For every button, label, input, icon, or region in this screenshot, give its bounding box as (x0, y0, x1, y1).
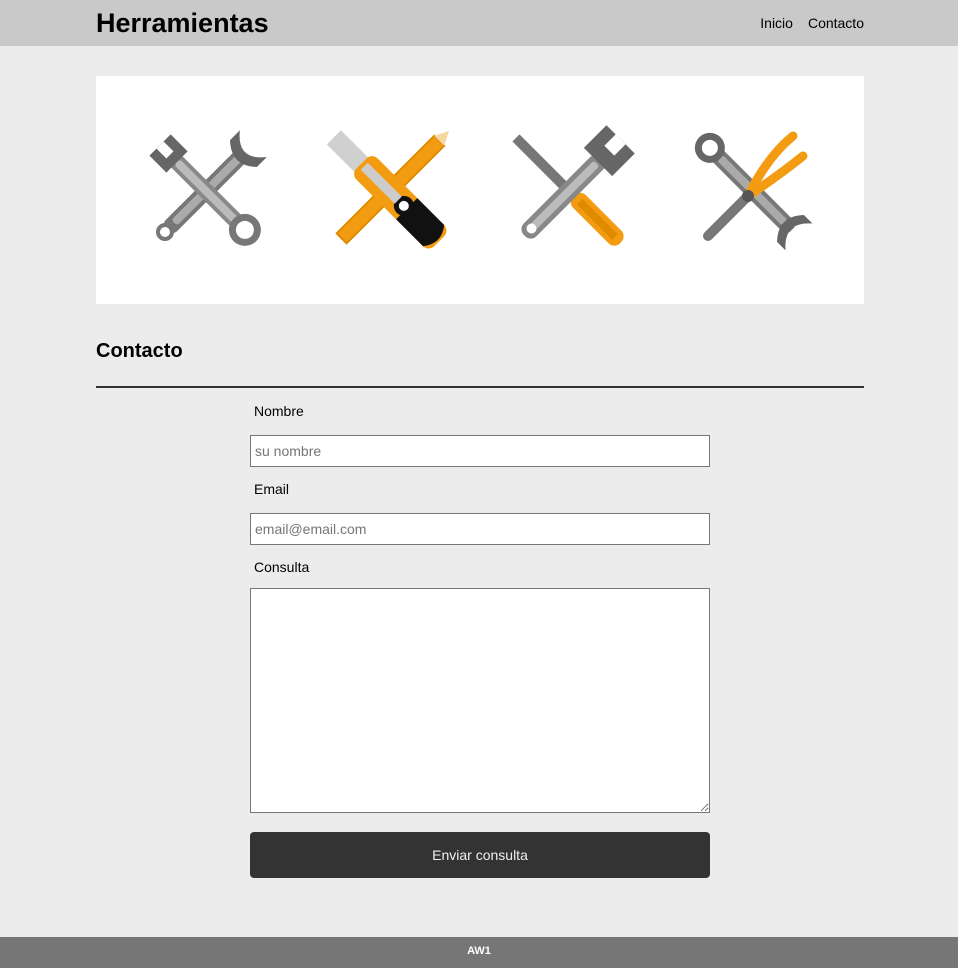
site-header: Herramientas Inicio Contacto (0, 0, 958, 46)
submit-button[interactable]: Enviar consulta (250, 832, 710, 878)
wrench-and-adjustable-wrench-icon (131, 116, 281, 266)
message-textarea[interactable] (250, 588, 710, 813)
contact-section-title: Contacto (96, 340, 183, 362)
email-input[interactable] (250, 513, 710, 545)
main-nav: Inicio Contacto (760, 15, 864, 32)
utility-knife-and-pencil-icon (314, 116, 464, 266)
email-label: Email (254, 481, 290, 497)
site-title: Herramientas (96, 8, 269, 38)
site-footer: AW1 (0, 937, 958, 968)
nav-link-contacto[interactable]: Contacto (808, 15, 864, 32)
name-label: Nombre (254, 403, 304, 419)
nav-link-inicio[interactable]: Inicio (760, 15, 793, 32)
name-input[interactable] (250, 435, 710, 467)
message-label: Consulta (254, 559, 310, 575)
adjustable-wrench-and-screwdriver-icon (494, 116, 644, 266)
tools-banner (96, 76, 864, 304)
wrench-and-pliers-icon (678, 116, 828, 266)
section-divider (96, 386, 864, 388)
